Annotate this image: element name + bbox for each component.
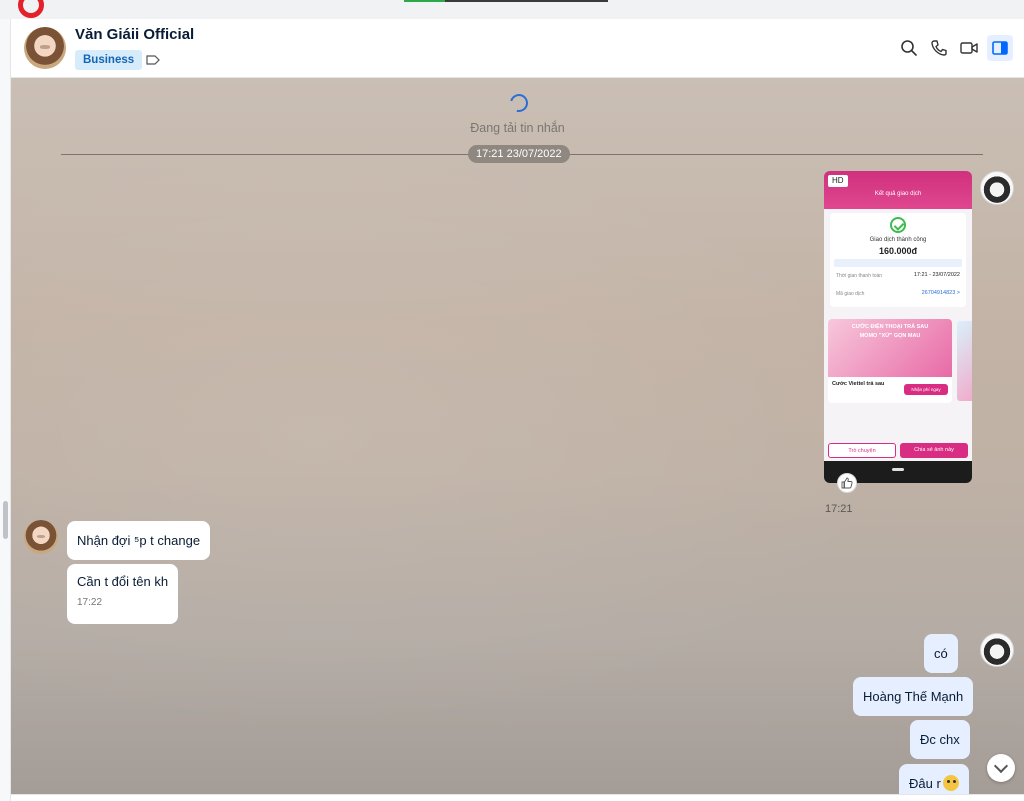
- composer-edge: [11, 794, 1024, 801]
- home-indicator: [892, 468, 904, 471]
- message-text: Đâu r: [909, 776, 941, 791]
- incoming-message[interactable]: Cần t đổi tên kh 17:22: [67, 564, 179, 624]
- outgoing-message[interactable]: Đâu r: [899, 764, 969, 794]
- page-load-progress-fill: [404, 0, 445, 2]
- search-icon[interactable]: [899, 38, 919, 58]
- date-divider: 17:21 23/07/2022: [468, 145, 570, 163]
- sidebar-scrollbar[interactable]: [3, 501, 8, 539]
- contact-avatar[interactable]: [24, 27, 66, 69]
- transaction-id-value: 26704914823 >: [921, 290, 960, 296]
- payment-screenshot: Kết quả giao dịch Giao dịch thành công 1…: [824, 171, 972, 461]
- promo-line1: CƯỚC ĐIỆN THOẠI TRẢ SAU: [851, 324, 929, 330]
- business-tag: Business: [75, 50, 143, 70]
- image-message[interactable]: Kết quả giao dịch Giao dịch thành công 1…: [824, 171, 972, 483]
- screenshot-share-button: Chia sẻ ảnh này: [900, 443, 968, 458]
- promo-title: Cước Viettel trả sau: [832, 381, 885, 387]
- my-avatar[interactable]: [980, 633, 1014, 667]
- browser-top-strip: [0, 0, 1024, 19]
- image-message-time: 17:21: [825, 503, 853, 515]
- outgoing-message[interactable]: Hoàng Thế Mạnh: [853, 677, 974, 716]
- message-text: Cần t đổi tên kh: [77, 574, 169, 589]
- promo-card: CƯỚC ĐIỆN THOẠI TRẢ SAU MOMO "XỬ" GỌN MA…: [828, 319, 952, 403]
- chat-header: Văn Giáii Official Business: [11, 19, 1024, 78]
- transaction-status: Giao dịch thành công: [869, 237, 927, 243]
- contact-name[interactable]: Văn Giáii Official: [75, 26, 194, 43]
- outgoing-message[interactable]: Đc chx: [910, 720, 970, 759]
- message-text: Đc chx: [920, 732, 960, 747]
- promo-banner: CƯỚC ĐIỆN THOẠI TRẢ SAU MOMO "XỬ" GỌN MA…: [828, 319, 952, 377]
- like-reaction-button[interactable]: [837, 473, 857, 493]
- transaction-amount: 160.000đ: [878, 246, 918, 256]
- message-text: có: [934, 646, 948, 661]
- page-load-progress: [404, 0, 608, 2]
- zalo-logo: [18, 0, 44, 18]
- outgoing-message[interactable]: có: [924, 634, 958, 673]
- transaction-id-label: Mã giao dịch: [836, 291, 865, 297]
- promo-line2: MOMO "XỬ" GỌN MAU: [859, 333, 921, 339]
- label-tag-icon[interactable]: [146, 55, 160, 65]
- payment-time-value: 17:21 - 23/07/2022: [913, 272, 960, 278]
- message-time: 17:22: [77, 597, 103, 608]
- payment-time-label: Thời gian thanh toán: [836, 273, 883, 279]
- transaction-note: [834, 259, 962, 267]
- chat-area: Đang tải tin nhắn 17:21 23/07/2022 Kết q…: [11, 78, 1024, 794]
- my-avatar[interactable]: [980, 171, 1014, 205]
- incoming-message[interactable]: Nhận đợi ⁵p t change: [67, 521, 211, 560]
- promo-card-next: [957, 321, 972, 401]
- transaction-card: Giao dịch thành công 160.000đ Thời gian …: [830, 213, 966, 307]
- scroll-to-bottom-button[interactable]: [987, 754, 1015, 782]
- hd-badge: HD: [828, 175, 848, 187]
- video-call-icon[interactable]: [959, 38, 979, 58]
- message-text: Hoàng Thế Mạnh: [863, 689, 964, 704]
- message-text: Nhận đợi ⁵p t change: [77, 533, 201, 548]
- contact-avatar-small[interactable]: [24, 520, 58, 554]
- loading-spinner-icon: [506, 90, 532, 116]
- loading-text: Đang tải tin nhắn: [470, 121, 565, 135]
- promo-button: Nhận phí ngay: [904, 384, 948, 395]
- toggle-panel-icon: [992, 41, 1008, 55]
- thumbs-up-icon: [841, 477, 853, 489]
- screenshot-title: Kết quả giao dịch: [874, 191, 922, 197]
- success-check-icon: [890, 217, 906, 233]
- phone-icon[interactable]: [929, 38, 949, 58]
- screenshot-chat-button: Trò chuyện: [828, 443, 896, 458]
- toggle-panel-button[interactable]: [987, 35, 1013, 61]
- left-sidebar-edge: [0, 19, 11, 801]
- emoji-icon: [942, 775, 959, 791]
